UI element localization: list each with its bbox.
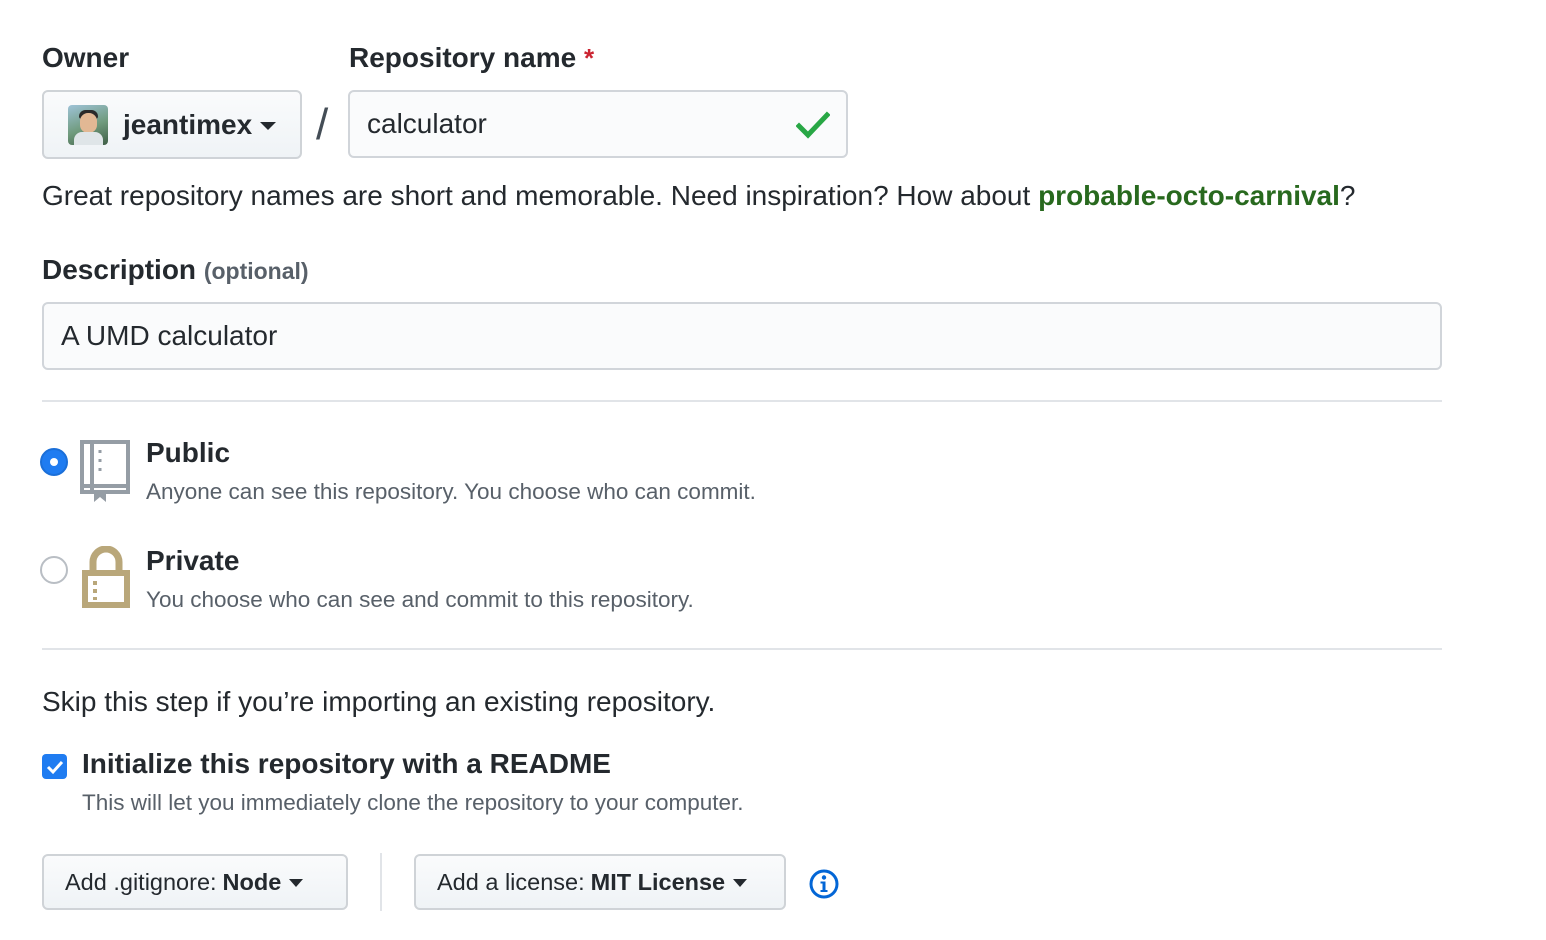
button-separator (380, 853, 382, 911)
gitignore-select-button[interactable]: Add .gitignore: Node (42, 854, 348, 910)
readme-label[interactable]: Initialize this repository with a README (82, 748, 611, 780)
divider (42, 400, 1442, 402)
license-value: MIT License (590, 868, 726, 895)
repo-name-label-text: Repository name (349, 42, 577, 73)
public-radio[interactable] (40, 448, 68, 476)
repo-name-input[interactable]: calculator (348, 90, 848, 158)
gitignore-label: Add .gitignore: (65, 868, 217, 895)
divider (42, 648, 1442, 650)
caret-down-icon (733, 879, 748, 887)
suggested-name-link[interactable]: probable-octo-carnival (1038, 180, 1340, 211)
repo-icon (80, 440, 130, 502)
check-icon (796, 111, 830, 139)
note-suffix: ? (1339, 180, 1356, 211)
repo-name-note: Great repository names are short and mem… (42, 180, 1356, 212)
owner-repo-separator: / (316, 100, 329, 149)
repo-name-label: Repository name * (349, 42, 594, 74)
description-value: A UMD calculator (61, 320, 278, 351)
private-title: Private (146, 545, 240, 576)
optional-hint: (optional) (203, 258, 309, 284)
caret-down-icon (260, 122, 277, 130)
owner-label: Owner (42, 42, 130, 73)
description-input[interactable]: A UMD calculator (42, 302, 1442, 370)
lock-icon (82, 546, 130, 608)
caret-down-icon (289, 879, 304, 887)
required-indicator: * (583, 43, 595, 73)
license-label: Add a license: (437, 868, 585, 895)
repo-name-value: calculator (367, 108, 487, 139)
checkbox-check-icon (46, 760, 63, 774)
private-description: You choose who can see and commit to thi… (146, 587, 694, 612)
avatar (68, 104, 108, 145)
gitignore-value: Node (222, 868, 282, 895)
description-label-text: Description (42, 254, 197, 285)
description-label: Description (optional) (42, 254, 309, 286)
skip-note: Skip this step if you’re importing an ex… (42, 686, 716, 717)
private-radio[interactable] (40, 556, 68, 584)
readme-checkbox[interactable] (42, 754, 67, 779)
info-icon[interactable] (808, 868, 840, 900)
note-text: Great repository names are short and mem… (42, 180, 1039, 211)
readme-description: This will let you immediately clone the … (82, 790, 744, 815)
owner-name: jeantimex (123, 108, 253, 140)
public-description: Anyone can see this repository. You choo… (146, 479, 756, 504)
public-title: Public (146, 437, 231, 468)
license-select-button[interactable]: Add a license: MIT License (414, 854, 786, 910)
owner-dropdown-button[interactable]: jeantimex (42, 90, 302, 159)
